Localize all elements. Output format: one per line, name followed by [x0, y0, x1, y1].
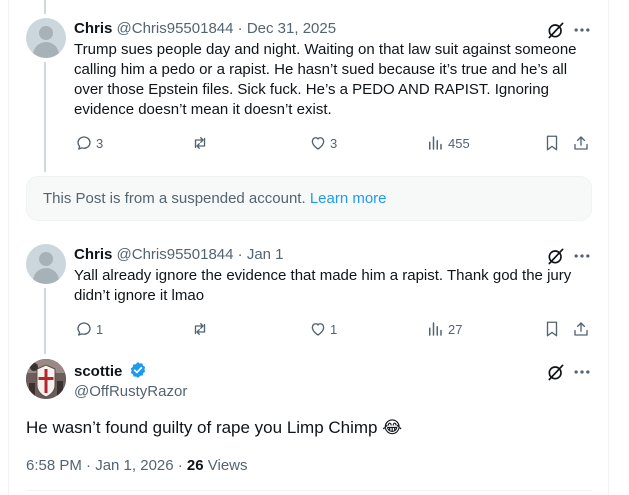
author-name[interactable]: scottie — [74, 363, 122, 380]
grok-icon[interactable] — [546, 246, 566, 266]
like-count[interactable]: 3 — [330, 136, 337, 152]
separator: · — [237, 20, 243, 37]
suspended-notice-text: This Post is from a suspended account. — [43, 190, 306, 207]
knight-avatar-image — [26, 359, 66, 399]
avatar[interactable] — [26, 244, 66, 284]
reply-count[interactable]: 1 — [96, 322, 103, 338]
repost-icon[interactable] — [190, 134, 210, 152]
separator: · — [237, 246, 243, 263]
like-icon[interactable] — [309, 134, 327, 152]
share-icon[interactable] — [572, 320, 590, 338]
view-count[interactable]: 27 — [448, 322, 462, 338]
repost-icon[interactable] — [190, 320, 210, 338]
reply-icon[interactable] — [75, 134, 93, 152]
suspended-notice: This Post is from a suspended account. L… — [26, 176, 592, 221]
avatar[interactable] — [26, 359, 66, 399]
verified-badge-icon[interactable] — [129, 361, 147, 379]
more-icon[interactable] — [572, 362, 592, 382]
thread-connector — [44, 62, 46, 172]
author-name-row: scottie — [74, 361, 147, 382]
author-handle[interactable]: @OffRustyRazor — [74, 382, 187, 402]
author-handle[interactable]: @Chris95501844 — [117, 246, 234, 263]
timeline-border-right — [608, 0, 609, 495]
author-handle[interactable]: @Chris95501844 — [117, 20, 234, 37]
post-date[interactable]: Dec 31, 2025 — [247, 20, 336, 37]
author-name[interactable]: Chris — [74, 20, 112, 37]
view-count[interactable]: 455 — [448, 136, 470, 152]
reply-count[interactable]: 3 — [96, 136, 103, 152]
more-icon[interactable] — [572, 246, 592, 266]
like-icon[interactable] — [309, 320, 327, 338]
divider — [26, 490, 592, 491]
views-icon[interactable] — [426, 134, 444, 152]
post-time[interactable]: 6:58 PM · Jan 1, 2026 · — [26, 457, 187, 474]
learn-more-link[interactable]: Learn more — [310, 190, 387, 207]
avatar[interactable] — [26, 18, 66, 58]
thread-connector — [44, 0, 46, 14]
bookmark-icon[interactable] — [543, 134, 561, 152]
views-label: Views — [203, 457, 248, 474]
post-text: Trump sues people day and night. Waiting… — [74, 41, 577, 118]
post-date[interactable]: Jan 1 — [247, 246, 284, 263]
grok-icon[interactable] — [546, 362, 566, 382]
reply-icon[interactable] — [75, 320, 93, 338]
views-icon[interactable] — [426, 320, 444, 338]
post-header: Chris @Chris95501844 · Jan 1 — [74, 245, 284, 265]
timeline-border-left — [8, 0, 9, 495]
share-icon[interactable] — [572, 134, 590, 152]
more-icon[interactable] — [572, 20, 592, 40]
like-count[interactable]: 1 — [330, 322, 337, 338]
post-header: Chris @Chris95501844 · Dec 31, 2025 — [74, 19, 336, 39]
author-name[interactable]: Chris — [74, 246, 112, 263]
post-timestamp: 6:58 PM · Jan 1, 2026 · 26 Views — [26, 456, 248, 476]
bookmark-icon[interactable] — [543, 320, 561, 338]
grok-icon[interactable] — [546, 20, 566, 40]
post-text: He wasn’t found guilty of rape you Limp … — [26, 418, 403, 437]
thread-connector — [44, 288, 46, 354]
view-count: 26 — [186, 457, 204, 474]
post-text: Yall already ignore the evidence that ma… — [74, 267, 572, 304]
